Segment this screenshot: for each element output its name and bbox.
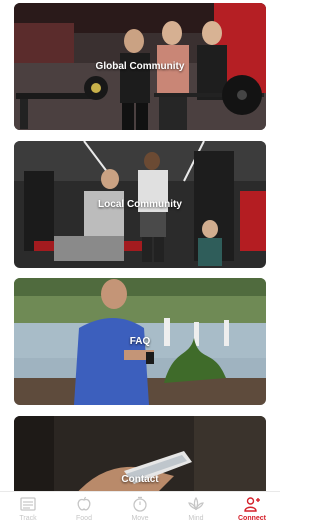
tab-label: Move	[131, 515, 149, 522]
connect-icon	[244, 497, 260, 512]
card-title: Global Community	[95, 61, 185, 72]
tab-label: Food	[76, 515, 92, 522]
tab-mind[interactable]: Mind	[168, 492, 224, 529]
tab-track[interactable]: Track	[0, 492, 56, 529]
global-community-card[interactable]: Global Community	[14, 3, 266, 130]
card-title: Contact	[121, 473, 159, 485]
tab-label: Track	[19, 515, 37, 522]
move-icon	[133, 496, 147, 512]
food-icon	[77, 496, 91, 511]
card-title: Local Community	[98, 199, 182, 210]
tab-food[interactable]: Food	[56, 492, 112, 529]
tab-label: Mind	[188, 515, 204, 522]
tab-connect[interactable]: Connect	[224, 492, 280, 529]
track-icon	[20, 497, 36, 511]
mind-icon	[188, 496, 204, 511]
card-title: FAQ	[129, 336, 151, 347]
tab-label: Connect	[238, 515, 266, 522]
local-community-card[interactable]: Local Community	[14, 141, 266, 268]
faq-card[interactable]: FAQ	[14, 278, 266, 405]
contact-card[interactable]: Contact	[14, 416, 266, 496]
tab-move[interactable]: Move	[112, 492, 168, 529]
bottom-tab-bar: Track Food Move Mind Connect	[0, 491, 280, 529]
